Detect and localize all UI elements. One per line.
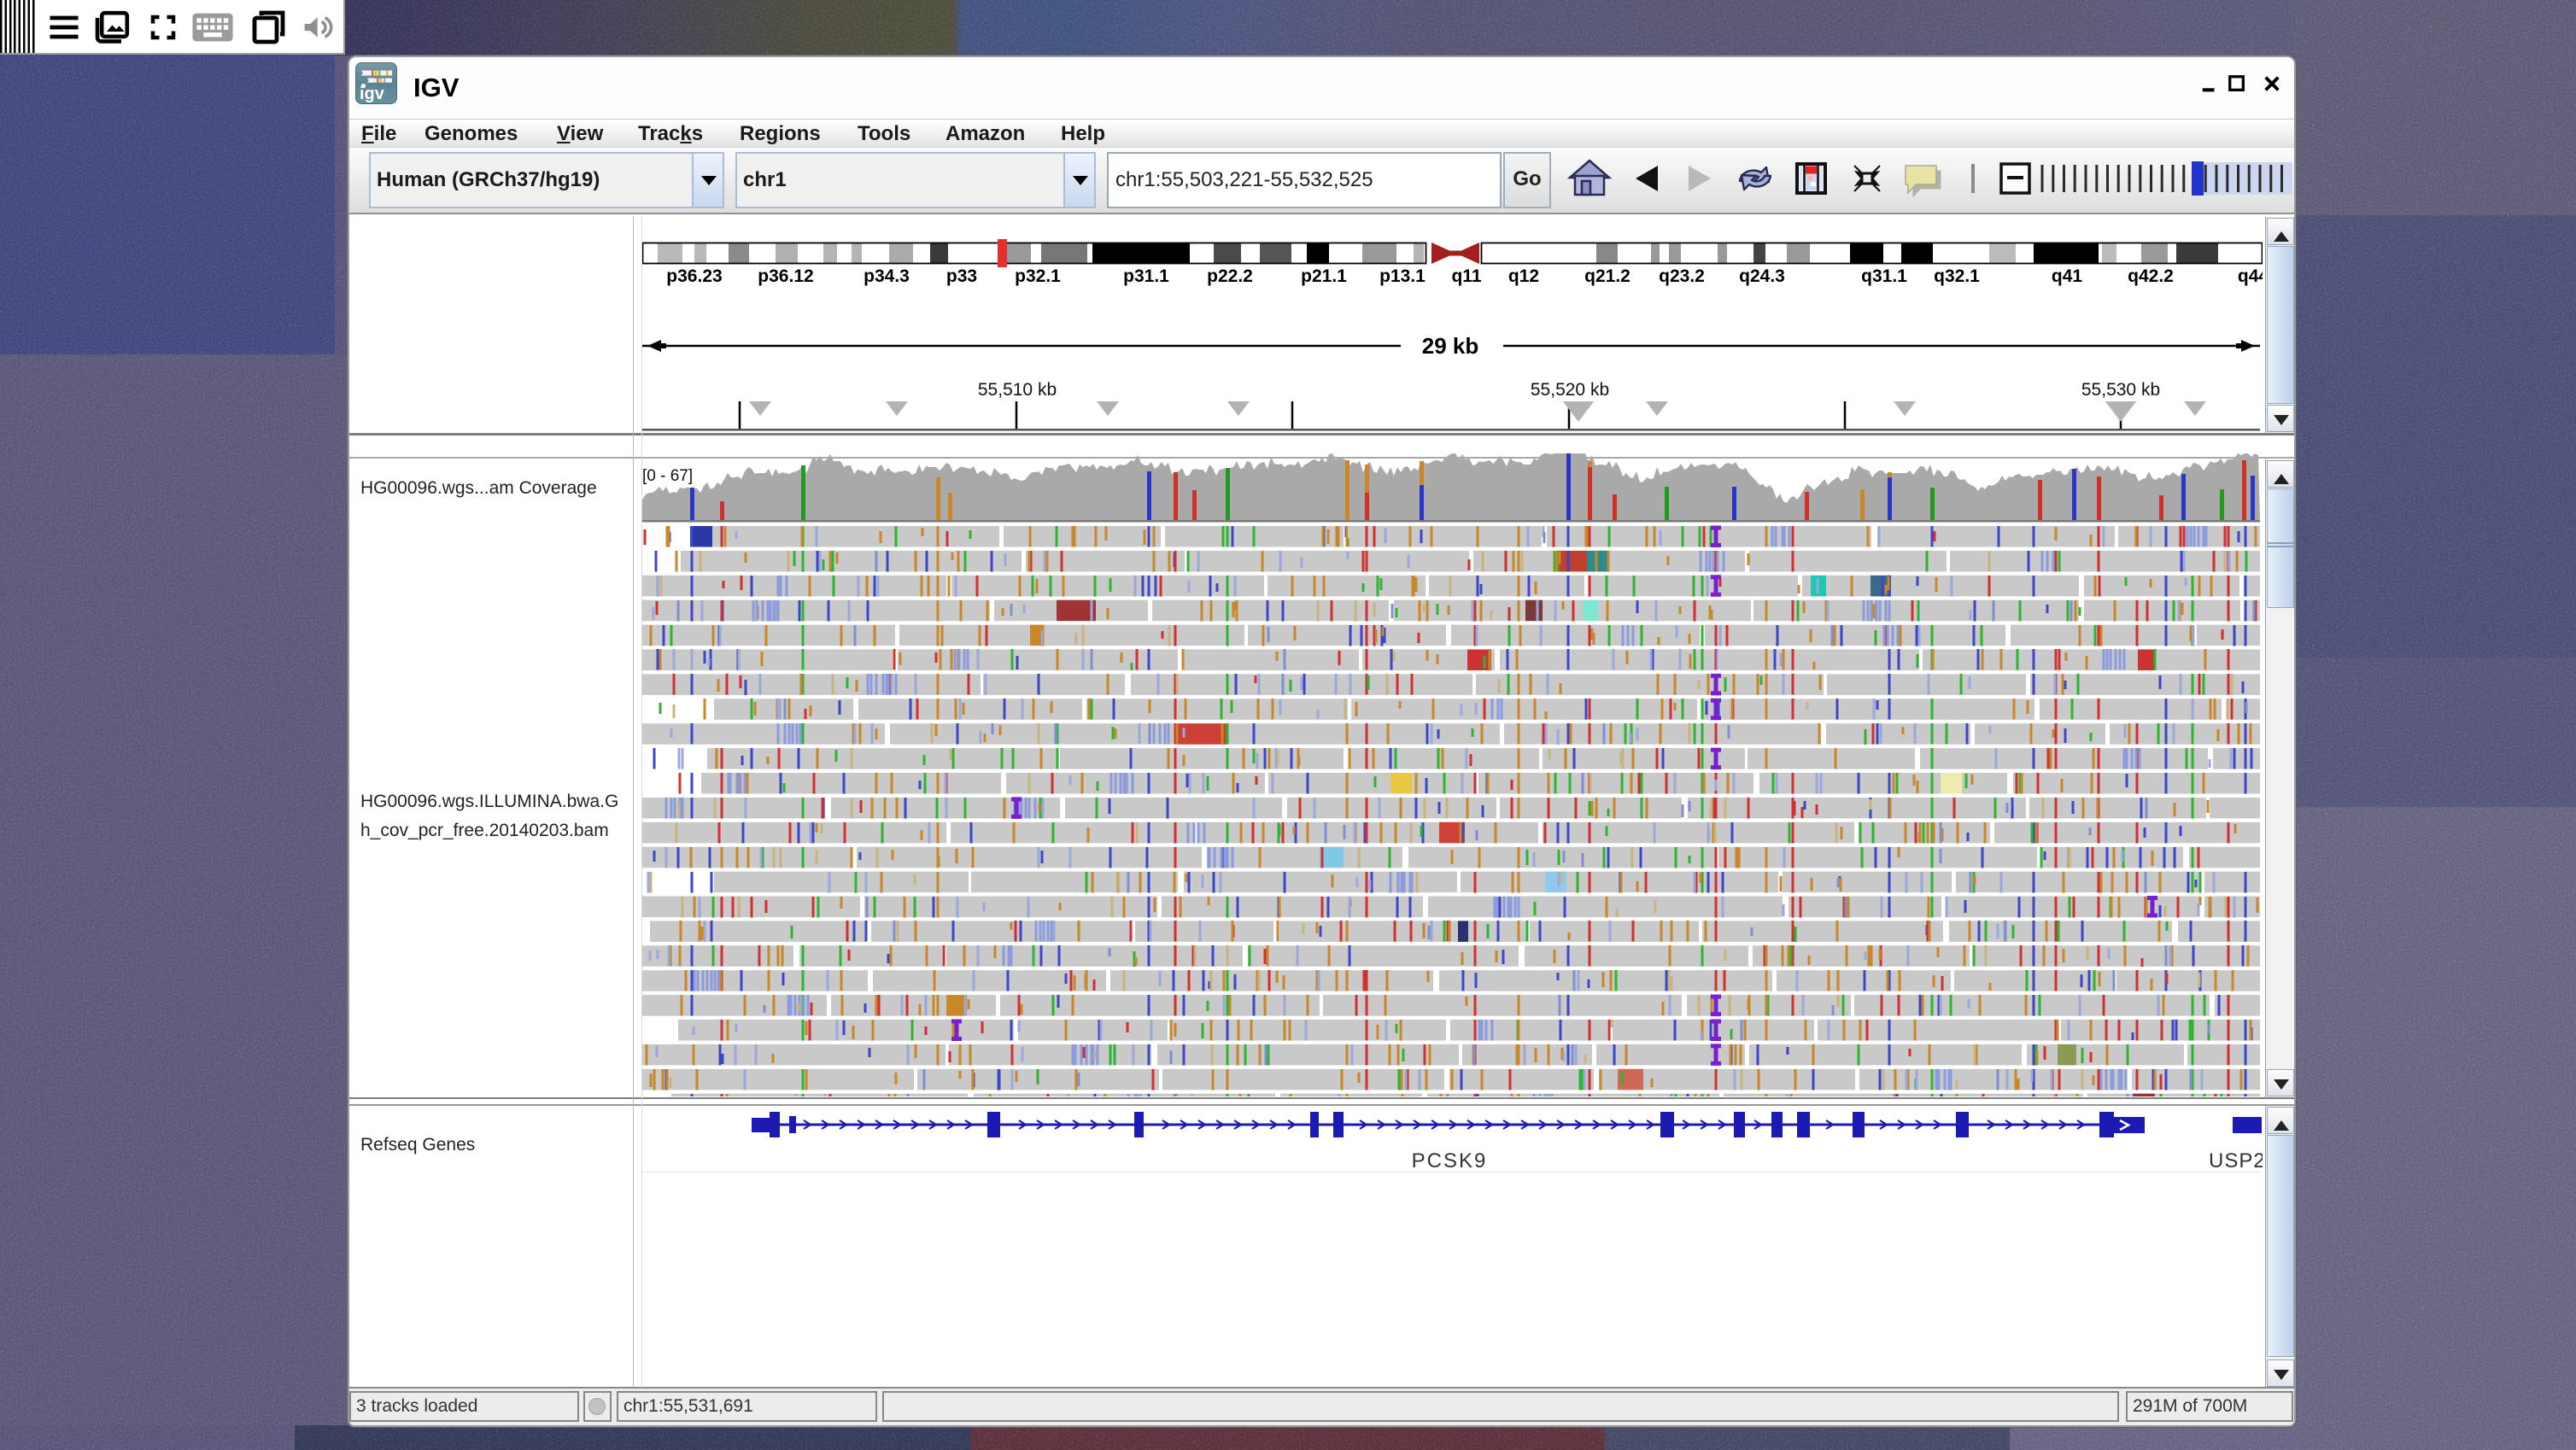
svg-text:p31.1: p31.1 [1123, 266, 1169, 286]
svg-text:q32.1: q32.1 [1934, 266, 1980, 286]
svg-text:29 kb: 29 kb [1422, 333, 1479, 359]
svg-text:55,510 kb: 55,510 kb [978, 380, 1057, 400]
svg-text:q31.1: q31.1 [1861, 266, 1907, 286]
svg-text:55,530 kb: 55,530 kb [2081, 380, 2160, 400]
svg-text:p36.12: p36.12 [758, 266, 813, 286]
svg-text:q42.2: q42.2 [2128, 266, 2174, 286]
svg-text:p22.2: p22.2 [1207, 266, 1253, 286]
svg-text:PCSK9: PCSK9 [1412, 1149, 1488, 1172]
svg-text:q24.3: q24.3 [1739, 266, 1785, 286]
svg-text:q21.2: q21.2 [1584, 266, 1630, 286]
svg-text:q41: q41 [2052, 266, 2083, 286]
svg-text:55,520 kb: 55,520 kb [1531, 380, 1609, 400]
svg-text:p36.23: p36.23 [666, 266, 722, 286]
svg-text:p21.1: p21.1 [1301, 266, 1347, 286]
svg-text:p33: p33 [946, 266, 977, 286]
svg-text:q23.2: q23.2 [1659, 266, 1705, 286]
svg-text:q11: q11 [1451, 266, 1481, 286]
svg-text:q12: q12 [1508, 266, 1539, 286]
svg-text:igv: igv [360, 85, 385, 103]
svg-text:USP24: USP24 [2209, 1149, 2263, 1172]
svg-text:p34.3: p34.3 [864, 266, 910, 286]
svg-text:p13.1: p13.1 [1379, 266, 1426, 286]
svg-text:p32.1: p32.1 [1015, 266, 1061, 286]
svg-text:q44: q44 [2238, 266, 2263, 286]
